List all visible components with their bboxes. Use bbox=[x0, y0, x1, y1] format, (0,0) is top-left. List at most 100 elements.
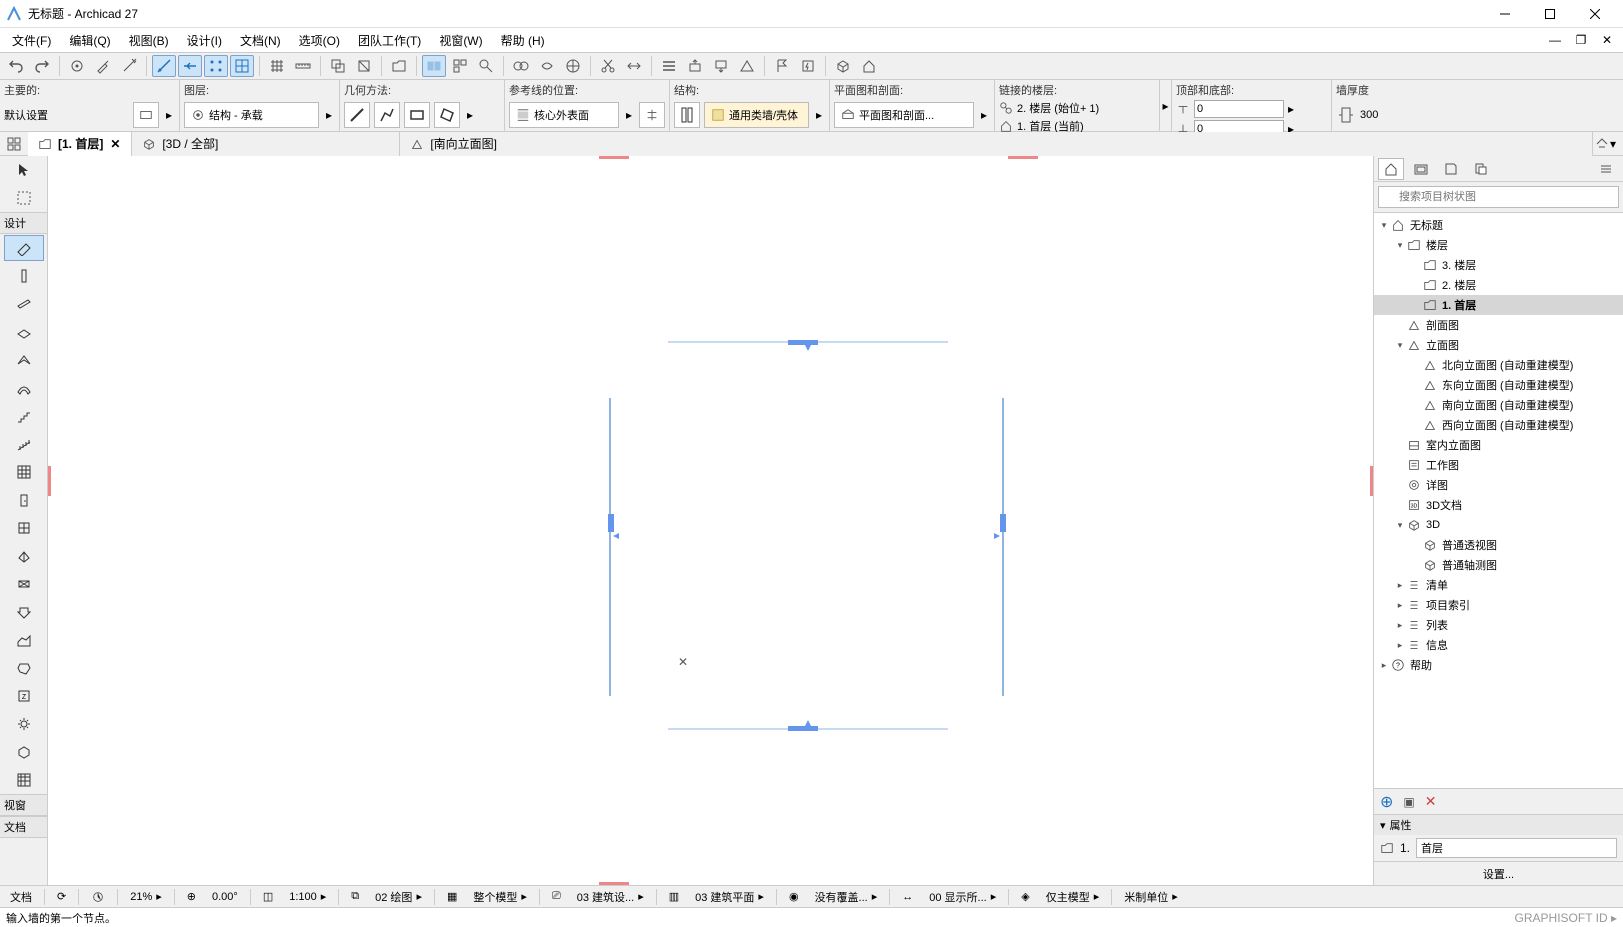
tab-organizer-button[interactable] bbox=[2, 133, 26, 155]
3d-view-button[interactable] bbox=[831, 55, 855, 77]
tree-item[interactable]: ▸?帮助 bbox=[1374, 655, 1623, 675]
go-up-button[interactable] bbox=[683, 55, 707, 77]
sb-angle-icon[interactable]: ⊕ bbox=[183, 890, 200, 903]
close-button[interactable] bbox=[1572, 0, 1617, 28]
plan-dd[interactable]: ▸ bbox=[978, 108, 990, 122]
doc-restore-button[interactable]: ❐ bbox=[1569, 29, 1593, 51]
sb-units[interactable]: 米制单位 ▸ bbox=[1120, 889, 1182, 905]
arrow-tool[interactable] bbox=[4, 157, 44, 183]
canvas[interactable]: ✕ bbox=[48, 156, 1373, 885]
eyedropper-button[interactable] bbox=[91, 55, 115, 77]
refline-flip[interactable] bbox=[639, 102, 665, 128]
menu-options[interactable]: 选项(O) bbox=[291, 30, 348, 51]
beam-tool[interactable] bbox=[4, 291, 44, 317]
undo-button[interactable] bbox=[4, 55, 28, 77]
adjust-button[interactable] bbox=[622, 55, 646, 77]
guide-lines-button[interactable] bbox=[152, 55, 176, 77]
window-tool[interactable] bbox=[4, 515, 44, 541]
tree-item[interactable]: 普通轴测图 bbox=[1374, 555, 1623, 575]
sb-layercomb[interactable]: 02 绘图 ▸ bbox=[371, 889, 426, 905]
props-button[interactable]: ▣ bbox=[1403, 795, 1414, 809]
sb-scale[interactable]: 1:100 ▸ bbox=[285, 890, 330, 903]
menu-view[interactable]: 视图(B) bbox=[121, 30, 177, 51]
layer-selector[interactable]: 结构 - 承载 bbox=[184, 102, 319, 128]
open-button[interactable] bbox=[387, 55, 411, 77]
tree-item[interactable]: 2. 楼层 bbox=[1374, 275, 1623, 295]
primary-selector[interactable] bbox=[133, 102, 159, 128]
menu-window[interactable]: 视窗(W) bbox=[431, 30, 490, 51]
tree-item[interactable]: 南向立面图 (自动重建模型) bbox=[1374, 395, 1623, 415]
home-view-button[interactable] bbox=[857, 55, 881, 77]
minimize-button[interactable] bbox=[1482, 0, 1527, 28]
tree-item[interactable]: ▾立面图 bbox=[1374, 335, 1623, 355]
tree-item[interactable]: 详图 bbox=[1374, 475, 1623, 495]
structure-selector[interactable]: 通用类墙/壳体 bbox=[704, 102, 809, 128]
railing-tool[interactable] bbox=[4, 431, 44, 457]
geom-rect[interactable] bbox=[404, 102, 430, 128]
delete-item-button[interactable]: ✕ bbox=[1425, 793, 1437, 810]
search-input[interactable] bbox=[1378, 186, 1619, 208]
sb-dim[interactable]: 00 显示所... ▸ bbox=[925, 889, 1000, 905]
settings-button[interactable]: 设置... bbox=[1374, 861, 1623, 885]
doc-minimize-button[interactable]: — bbox=[1543, 29, 1567, 51]
grid-snap-button[interactable] bbox=[230, 55, 254, 77]
doc-close-button[interactable]: ✕ bbox=[1595, 29, 1619, 51]
menu-file[interactable]: 文件(F) bbox=[4, 30, 59, 51]
tree-item[interactable]: 西向立面图 (自动重建模型) bbox=[1374, 415, 1623, 435]
sb-refresh[interactable]: ⟳ bbox=[53, 890, 70, 903]
sb-ruler-toggle[interactable] bbox=[87, 890, 109, 904]
tree-item[interactable]: 3D3D文档 bbox=[1374, 495, 1623, 515]
design-options-button[interactable] bbox=[561, 55, 585, 77]
favorites-button[interactable] bbox=[448, 55, 472, 77]
plan-selector[interactable]: 平面图和剖面... bbox=[834, 102, 974, 128]
skylight-tool[interactable] bbox=[4, 543, 44, 569]
pick-button[interactable] bbox=[65, 55, 89, 77]
geom-chained[interactable] bbox=[374, 102, 400, 128]
refline-dd[interactable]: ▸ bbox=[623, 108, 635, 122]
trace-button[interactable] bbox=[326, 55, 350, 77]
opening-tool[interactable] bbox=[4, 571, 44, 597]
structure-dd[interactable]: ▸ bbox=[813, 108, 825, 122]
tree-item[interactable]: 北向立面图 (自动重建模型) bbox=[1374, 355, 1623, 375]
tree-item[interactable]: 普通透视图 bbox=[1374, 535, 1623, 555]
sb-zoom[interactable]: 21% ▸ bbox=[126, 890, 166, 903]
sb-tab-project[interactable] bbox=[1378, 158, 1404, 180]
flag-button[interactable] bbox=[770, 55, 794, 77]
tree-item[interactable]: 剖面图 bbox=[1374, 315, 1623, 335]
marquee-tool[interactable] bbox=[4, 185, 44, 211]
top-dd[interactable]: ▸ bbox=[1288, 102, 1294, 116]
layer-dd[interactable]: ▸ bbox=[323, 108, 335, 122]
tree-item[interactable]: 3. 楼层 bbox=[1374, 255, 1623, 275]
curtain-wall-tool[interactable] bbox=[4, 459, 44, 485]
find-select-button[interactable] bbox=[474, 55, 498, 77]
grid-display-button[interactable] bbox=[265, 55, 289, 77]
sb-doc[interactable]: 文档 bbox=[6, 889, 36, 905]
mep-routing-tool[interactable] bbox=[4, 767, 44, 793]
energy-button[interactable] bbox=[796, 55, 820, 77]
tab-floor-1[interactable]: [1. 首层] ✕ bbox=[28, 132, 132, 156]
snap-points-button[interactable] bbox=[204, 55, 228, 77]
wall-tool[interactable] bbox=[4, 235, 44, 261]
geom-straight[interactable] bbox=[344, 102, 370, 128]
tree-item[interactable]: ▸项目索引 bbox=[1374, 595, 1623, 615]
lamp-tool[interactable] bbox=[4, 711, 44, 737]
magic-wand-button[interactable] bbox=[117, 55, 141, 77]
redo-button[interactable] bbox=[30, 55, 54, 77]
geom-dd[interactable]: ▸ bbox=[464, 108, 476, 122]
menu-design[interactable]: 设计(I) bbox=[179, 30, 230, 51]
props-name-input[interactable] bbox=[1416, 838, 1617, 858]
mep-tool[interactable] bbox=[4, 739, 44, 765]
edit-elements-button[interactable] bbox=[535, 55, 559, 77]
sb-override[interactable]: 没有覆盖... ▸ bbox=[811, 889, 882, 905]
menu-edit[interactable]: 编辑(Q) bbox=[61, 30, 118, 51]
snap-guides-button[interactable] bbox=[178, 55, 202, 77]
footer-brand[interactable]: GRAPHISOFT ID ▸ bbox=[1515, 911, 1617, 925]
slab-tool[interactable] bbox=[4, 319, 44, 345]
tab-3d-all[interactable]: [3D / 全部] bbox=[132, 132, 400, 156]
sb-tab-views[interactable] bbox=[1408, 158, 1434, 180]
go-to-story-button[interactable] bbox=[735, 55, 759, 77]
menu-document[interactable]: 文档(N) bbox=[232, 30, 289, 51]
sb-angle[interactable]: 0.00° bbox=[208, 891, 242, 903]
tree-item[interactable]: ▾楼层 bbox=[1374, 235, 1623, 255]
sb-tab-publisher[interactable] bbox=[1468, 158, 1494, 180]
